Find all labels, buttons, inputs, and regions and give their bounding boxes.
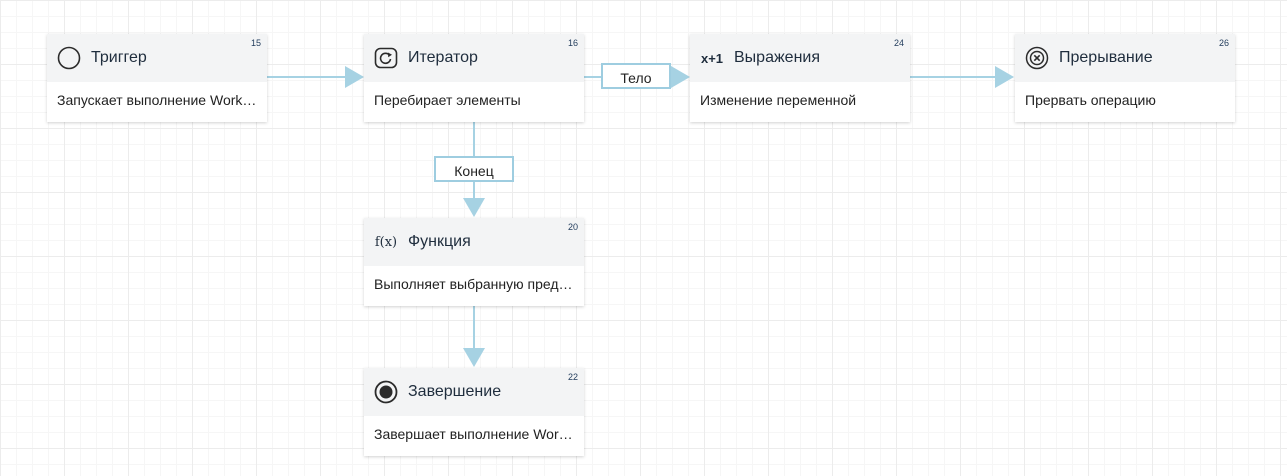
node-description: Выполняет выбранную предопределённую фун…: [374, 276, 584, 292]
node-title: Триггер: [91, 49, 147, 66]
node-description: Изменение переменной: [700, 92, 857, 108]
node-function-header: f(x) Функция 20: [364, 218, 584, 266]
node-description: Запускает выполнение Workflow: [57, 92, 267, 108]
node-finish[interactable]: Завершение 22 Завершает выполнение Workf…: [364, 368, 584, 456]
node-title: Завершение: [408, 383, 502, 400]
node-iterator[interactable]: Итератор 16 Перебирает элементы: [364, 34, 584, 122]
workflow-canvas[interactable]: Тело Конец Триггер 15 Запускает выполнен…: [0, 0, 1287, 476]
edge-function-finish[interactable]: [463, 306, 485, 367]
node-title: Функция: [408, 233, 471, 250]
node-interrupt-header: Прерывание 26: [1015, 34, 1235, 82]
node-iterator-header: Итератор 16: [364, 34, 584, 82]
node-number: 16: [567, 38, 578, 48]
node-function[interactable]: f(x) Функция 20 Выполняет выбранную пред…: [364, 218, 584, 306]
node-expressions[interactable]: x+1 Выражения 24 Изменение переменной: [690, 34, 910, 122]
function-icon: f(x): [374, 234, 398, 250]
node-number: 26: [1218, 38, 1229, 48]
stop-circle-icon: [374, 380, 398, 404]
node-interrupt[interactable]: Прерывание 26 Прервать операцию: [1015, 34, 1235, 122]
cancel-circle-icon: [1025, 46, 1049, 70]
node-number: 20: [567, 222, 578, 232]
node-title: Прерывание: [1059, 49, 1153, 66]
node-title: Итератор: [408, 49, 478, 66]
node-description: Прервать операцию: [1025, 92, 1156, 108]
node-trigger[interactable]: Триггер 15 Запускает выполнение Workflow: [47, 34, 267, 122]
circle-outline-icon: [57, 46, 81, 70]
node-number: 22: [567, 372, 578, 382]
loop-icon: [374, 46, 398, 70]
edge-trigger-iterator[interactable]: [267, 66, 364, 88]
edge-expressions-interrupt[interactable]: [910, 66, 1014, 88]
node-description: Завершает выполнение Workflow: [374, 426, 584, 442]
x-plus-one-icon: x+1: [700, 50, 724, 66]
node-number: 24: [893, 38, 904, 48]
node-finish-header: Завершение 22: [364, 368, 584, 416]
node-description: Перебирает элементы: [374, 92, 521, 108]
node-number: 15: [250, 38, 261, 48]
node-title: Выражения: [734, 49, 821, 66]
node-expressions-header: x+1 Выражения 24: [690, 34, 910, 82]
edge-label-end[interactable]: Конец: [434, 156, 514, 182]
node-trigger-header: Триггер 15: [47, 34, 267, 82]
edge-label-body[interactable]: Тело: [601, 63, 671, 89]
